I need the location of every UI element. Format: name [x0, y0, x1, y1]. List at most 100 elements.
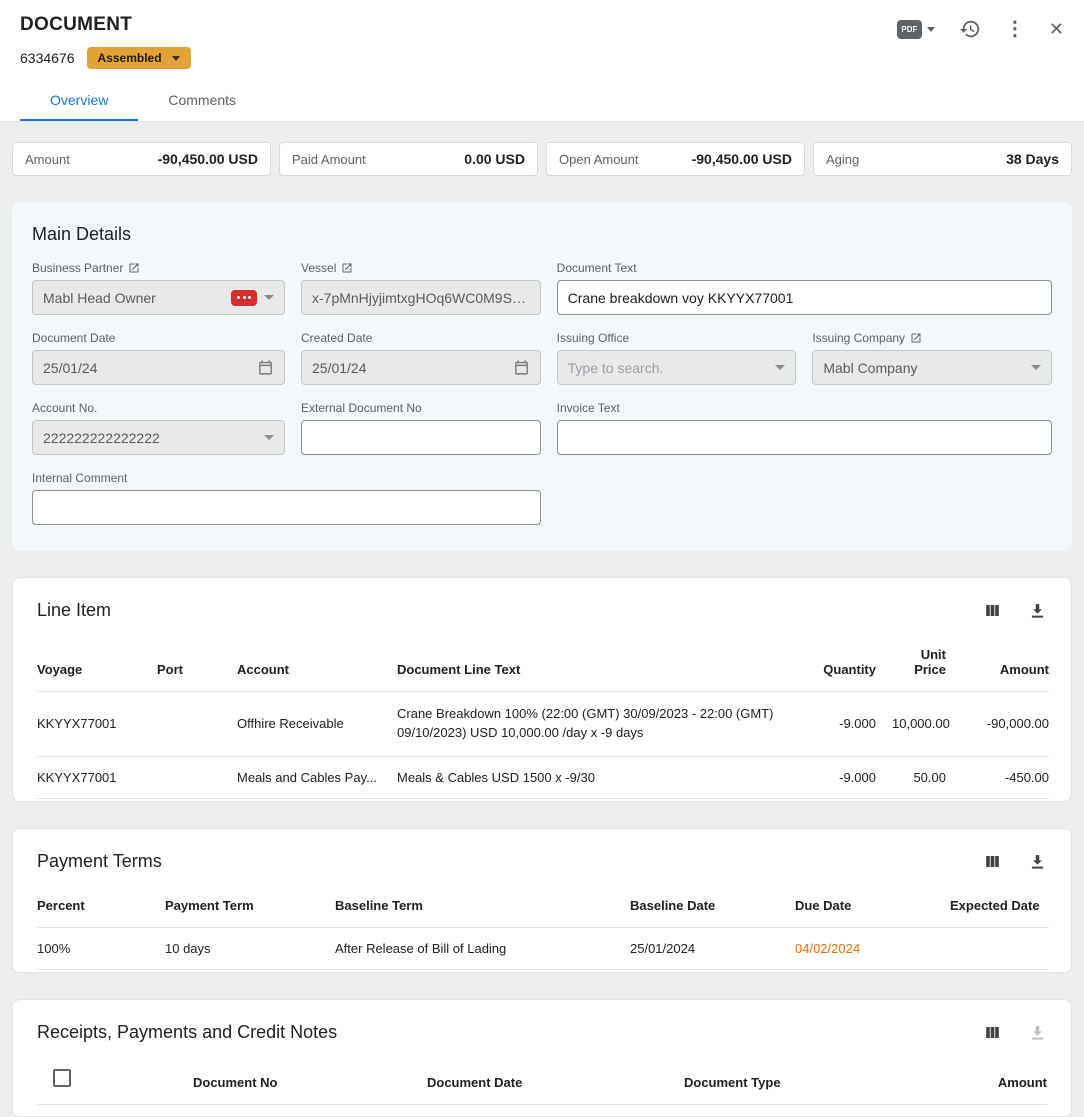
- calendar-icon[interactable]: [257, 359, 274, 376]
- column-settings-button[interactable]: [983, 852, 1002, 871]
- business-partner-input[interactable]: [43, 290, 224, 306]
- tab-overview[interactable]: Overview: [20, 81, 138, 121]
- col-document-type: Document Type: [676, 1053, 956, 1105]
- column-settings-button[interactable]: [983, 1023, 1002, 1042]
- col-voyage: Voyage: [37, 631, 149, 692]
- field-vessel: Vessel: [301, 261, 541, 315]
- vertical-dots-icon: ⋮: [1005, 19, 1025, 39]
- cell-baseline-date: 25/01/2024: [622, 927, 787, 969]
- internal-comment-input[interactable]: [43, 500, 530, 516]
- partner-alert-badge-icon[interactable]: [231, 290, 257, 306]
- cell-unit-price: 10,000.00: [884, 692, 954, 757]
- external-link-icon[interactable]: [341, 262, 353, 274]
- document-date-input[interactable]: [43, 360, 250, 376]
- col-unit-price: Unit Price: [884, 631, 954, 692]
- line-item-row[interactable]: KKYYX77001 Offhire Receivable Crane Brea…: [37, 692, 1049, 757]
- pdf-export-button[interactable]: PDF: [897, 20, 935, 39]
- status-badge[interactable]: Assembled: [87, 47, 191, 69]
- summary-card-open-amount: Open Amount -90,450.00 USD: [546, 142, 805, 176]
- cell-account: Offhire Receivable: [229, 692, 389, 757]
- field-account-no: Account No.: [32, 401, 285, 455]
- external-link-icon[interactable]: [128, 262, 140, 274]
- more-options-button[interactable]: ⋮: [1005, 19, 1025, 39]
- account-no-select[interactable]: [32, 420, 285, 455]
- internal-comment-label: Internal Comment: [32, 471, 127, 485]
- chevron-down-icon: [264, 295, 274, 300]
- field-issuing-company: Issuing Company: [812, 331, 1052, 385]
- external-document-no-field[interactable]: [301, 420, 541, 455]
- col-expected-date: Expected Date: [942, 882, 1049, 928]
- document-date-field[interactable]: [32, 350, 285, 385]
- summary-value: 38 Days: [1006, 151, 1059, 167]
- columns-icon: [983, 1023, 1002, 1042]
- issuing-office-input[interactable]: [568, 360, 769, 376]
- payment-terms-table: Percent Payment Term Baseline Term Basel…: [37, 882, 1049, 970]
- document-header: DOCUMENT PDF ⋮ ✕ 6334676 Assembled: [0, 0, 1084, 122]
- column-settings-button[interactable]: [983, 601, 1002, 620]
- external-document-no-input[interactable]: [312, 430, 530, 446]
- tab-comments[interactable]: Comments: [138, 81, 266, 121]
- col-quantity: Quantity: [799, 631, 884, 692]
- document-text-field[interactable]: [557, 280, 1052, 315]
- tab-bar: Overview Comments: [20, 81, 1064, 121]
- summary-cards: Amount -90,450.00 USD Paid Amount 0.00 U…: [12, 142, 1072, 176]
- summary-card-amount: Amount -90,450.00 USD: [12, 142, 271, 176]
- document-text-label: Document Text: [557, 261, 637, 275]
- field-document-date: Document Date: [32, 331, 285, 385]
- history-icon: [959, 18, 981, 40]
- col-amount: Amount: [956, 1053, 1047, 1105]
- vessel-field[interactable]: [301, 280, 541, 315]
- external-link-icon[interactable]: [910, 332, 922, 344]
- line-item-row[interactable]: KKYYX77001 Meals and Cables Pay... Meals…: [37, 756, 1049, 798]
- invoice-text-field[interactable]: [557, 420, 1052, 455]
- receipts-header-row: Document No Document Date Document Type …: [37, 1053, 1047, 1105]
- payment-terms-section: Payment Terms Percent Payment Term Basel: [12, 828, 1072, 973]
- summary-card-aging: Aging 38 Days: [813, 142, 1072, 176]
- calendar-icon[interactable]: [513, 359, 530, 376]
- internal-comment-field[interactable]: [32, 490, 541, 525]
- download-button[interactable]: [1028, 852, 1047, 871]
- account-no-input[interactable]: [43, 430, 257, 446]
- chevron-down-icon: [1031, 365, 1041, 370]
- line-item-section: Line Item Voyage Port Account: [12, 577, 1072, 802]
- download-button[interactable]: [1028, 601, 1047, 620]
- chevron-down-icon: [172, 56, 180, 61]
- cell-baseline-term: After Release of Bill of Lading: [327, 927, 622, 969]
- page-title: DOCUMENT: [20, 14, 132, 36]
- issuing-office-select[interactable]: [557, 350, 797, 385]
- external-document-no-label: External Document No: [301, 401, 422, 415]
- issuing-company-select[interactable]: [812, 350, 1052, 385]
- field-business-partner: Business Partner: [32, 261, 285, 315]
- chevron-down-icon: [927, 27, 935, 32]
- vessel-input[interactable]: [312, 290, 530, 306]
- receipts-title: Receipts, Payments and Credit Notes: [37, 1022, 337, 1043]
- issuing-company-input[interactable]: [823, 360, 1024, 376]
- col-baseline-date: Baseline Date: [622, 882, 787, 928]
- summary-label: Aging: [826, 152, 859, 167]
- document-date-label: Document Date: [32, 331, 115, 345]
- col-document-no: Document No: [185, 1053, 419, 1105]
- columns-icon: [983, 852, 1002, 871]
- col-document-date: Document Date: [419, 1053, 676, 1105]
- created-date-field[interactable]: [301, 350, 541, 385]
- main-details-section: Main Details Business Partner Vessel: [12, 202, 1072, 551]
- document-text-input[interactable]: [568, 290, 1041, 306]
- cell-amount: -90,000.00: [954, 692, 1049, 757]
- account-no-label: Account No.: [32, 401, 97, 415]
- payment-terms-row[interactable]: 100% 10 days After Release of Bill of La…: [37, 927, 1049, 969]
- field-invoice-text: Invoice Text: [557, 401, 1052, 455]
- select-all-checkbox[interactable]: [53, 1069, 71, 1087]
- download-icon: [1028, 1023, 1047, 1042]
- created-date-input[interactable]: [312, 360, 506, 376]
- invoice-text-input[interactable]: [568, 430, 1041, 446]
- issuing-office-label: Issuing Office: [557, 331, 629, 345]
- line-item-table: Voyage Port Account Document Line Text Q…: [37, 631, 1049, 799]
- line-item-title: Line Item: [37, 600, 111, 621]
- vessel-label: Vessel: [301, 261, 336, 275]
- document-number: 6334676: [20, 50, 75, 66]
- field-created-date: Created Date: [301, 331, 541, 385]
- history-button[interactable]: [959, 18, 981, 40]
- close-button[interactable]: ✕: [1049, 20, 1064, 38]
- business-partner-select[interactable]: [32, 280, 285, 315]
- cell-payment-term: 10 days: [157, 927, 327, 969]
